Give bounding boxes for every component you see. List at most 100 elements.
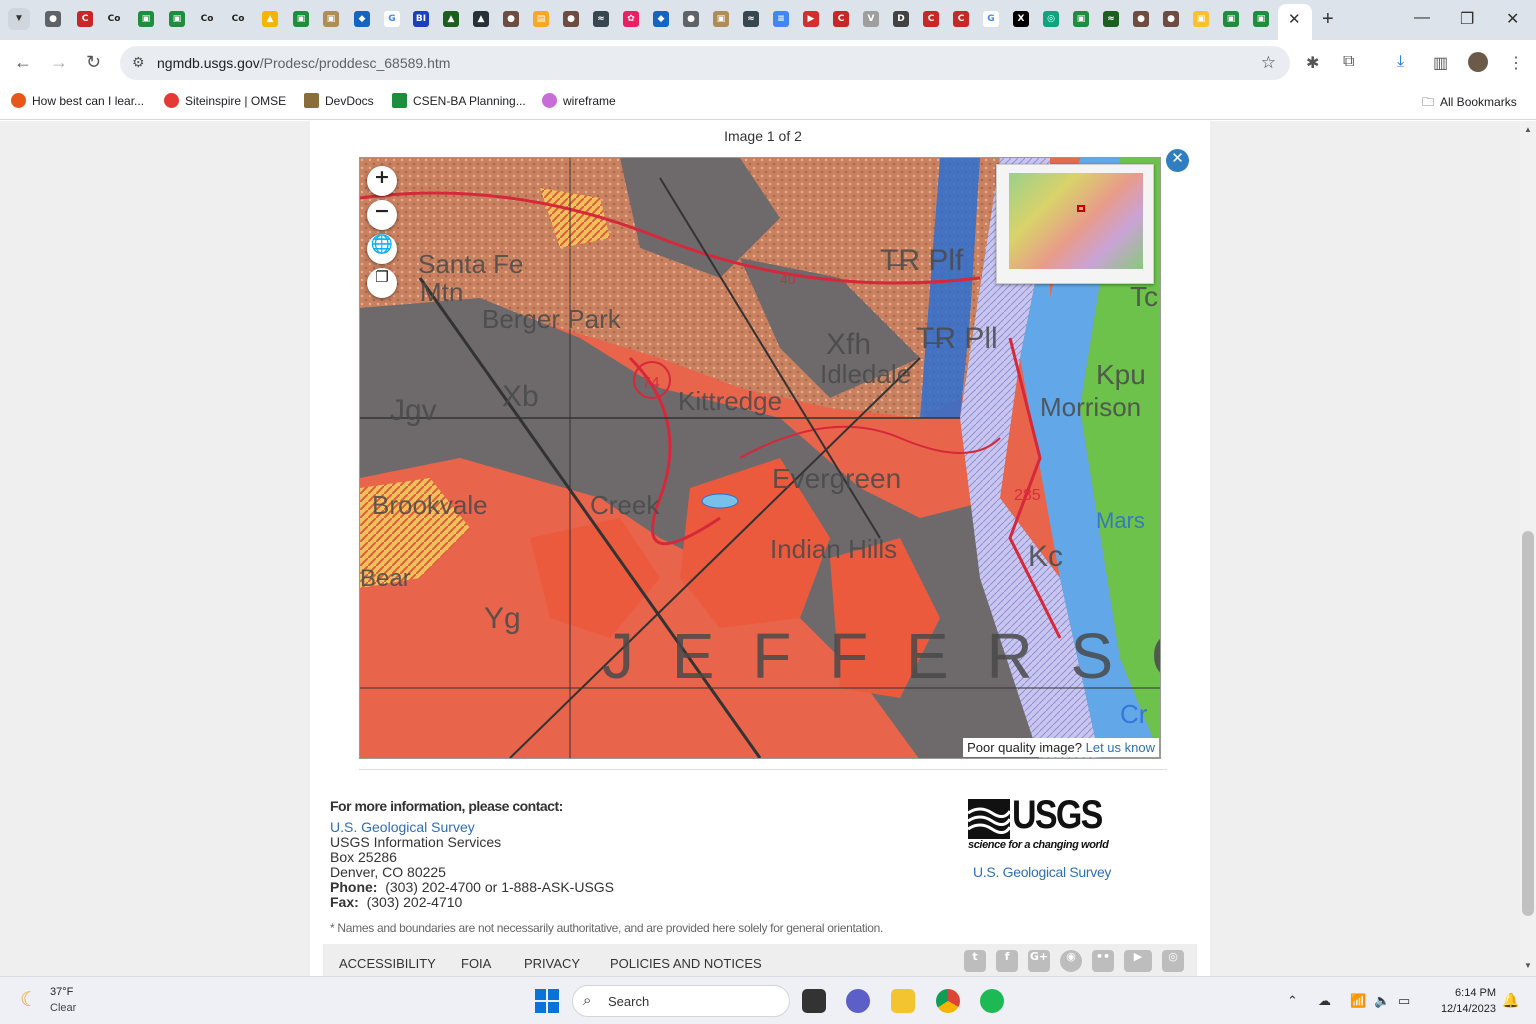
tab-favicon[interactable]: ▣ xyxy=(1193,11,1209,27)
twitter-icon[interactable]: t xyxy=(964,950,986,972)
file-explorer-icon[interactable] xyxy=(891,989,915,1013)
cloud-icon[interactable]: ☁ xyxy=(1318,993,1331,1009)
tab-search-button[interactable]: ▼ xyxy=(8,8,30,30)
url-text[interactable]: ngmdb.usgs.gov/Prodesc/proddesc_68589.ht… xyxy=(157,55,450,71)
fullscreen-icon[interactable]: ❐ xyxy=(367,268,397,298)
weather-desc[interactable]: Clear xyxy=(50,1002,76,1014)
taskbar-search[interactable]: ⌕ Search xyxy=(572,985,790,1017)
restore-icon[interactable]: ❐ xyxy=(1460,9,1474,29)
footer-link-foia[interactable]: FOIA xyxy=(461,956,491,971)
extension-bug-icon[interactable]: ✱ xyxy=(1306,53,1319,73)
tab-favicon[interactable]: ● xyxy=(683,11,699,27)
bookmark-item[interactable]: Siteinspire | OMSE xyxy=(164,93,286,108)
close-tab-icon[interactable]: ✕ xyxy=(1288,10,1301,28)
tab-favicon[interactable]: ● xyxy=(503,11,519,27)
youtube-icon[interactable]: ▶ xyxy=(1124,950,1152,972)
tab-favicon[interactable]: ▣ xyxy=(713,11,729,27)
tab-favicon[interactable]: ◆ xyxy=(354,11,370,27)
let-us-know-link[interactable]: Let us know xyxy=(1086,740,1155,755)
footer-link-policies[interactable]: POLICIES AND NOTICES xyxy=(610,956,762,971)
tab-favicon[interactable]: C xyxy=(953,11,969,27)
tab-favicon[interactable]: G xyxy=(384,11,400,27)
geologic-map[interactable]: Santa Fe Mtn Berger Park Xb Jgv Kittredg… xyxy=(359,157,1161,759)
tab-favicon[interactable]: ≈ xyxy=(1103,11,1119,27)
usgs-contact-link[interactable]: U.S. Geological Survey xyxy=(330,819,475,835)
instagram-icon[interactable]: ◎ xyxy=(1162,950,1184,972)
tab-favicon[interactable]: ▣ xyxy=(169,11,185,27)
download-icon[interactable]: ⤓ xyxy=(1397,53,1404,71)
facebook-icon[interactable]: f xyxy=(996,950,1018,972)
tab-favicon[interactable]: ▣ xyxy=(138,11,154,27)
tab-favicon[interactable]: X xyxy=(1013,11,1029,27)
tab-favicon[interactable]: ▤ xyxy=(533,11,549,27)
scroll-thumb[interactable] xyxy=(1522,531,1534,916)
address-bar[interactable]: ⚙ ngmdb.usgs.gov/Prodesc/proddesc_68589.… xyxy=(120,46,1290,80)
tab-favicon[interactable]: ▣ xyxy=(293,11,309,27)
tab-favicon[interactable]: ≈ xyxy=(743,11,759,27)
flickr-icon[interactable]: •• xyxy=(1092,950,1114,972)
zoom-in-button[interactable]: + xyxy=(367,166,397,196)
chrome-icon[interactable] xyxy=(936,989,960,1013)
tab-favicon[interactable]: D xyxy=(893,11,909,27)
page-scrollbar[interactable]: ▲ ▼ xyxy=(1520,121,1536,976)
tab-favicon[interactable]: ● xyxy=(1163,11,1179,27)
footer-link-privacy[interactable]: PRIVACY xyxy=(524,956,580,971)
bookmark-item[interactable]: How best can I lear... xyxy=(11,93,144,108)
minimize-icon[interactable]: — xyxy=(1414,9,1430,27)
teams-icon[interactable] xyxy=(846,989,870,1013)
tab-favicon[interactable]: Co xyxy=(230,11,246,27)
clock[interactable]: 6:14 PM 12/14/2023 xyxy=(1426,985,1496,1017)
tab-favicon[interactable]: ▣ xyxy=(323,11,339,27)
close-window-icon[interactable]: ✕ xyxy=(1506,9,1519,29)
new-tab-button[interactable]: + xyxy=(1322,8,1334,31)
tab-favicon[interactable]: C xyxy=(923,11,939,27)
tab-favicon[interactable]: G xyxy=(983,11,999,27)
tab-favicon[interactable]: ▣ xyxy=(1223,11,1239,27)
all-bookmarks[interactable]: 🗀 All Bookmarks xyxy=(1422,93,1517,114)
footer-link-accessibility[interactable]: ACCESSIBILITY xyxy=(339,956,436,971)
wifi-icon[interactable]: 📶 xyxy=(1350,993,1366,1009)
tab-favicon[interactable]: V xyxy=(863,11,879,27)
profile-avatar[interactable] xyxy=(1468,52,1488,72)
tab-favicon[interactable]: ◆ xyxy=(653,11,669,27)
scroll-down-icon[interactable]: ▼ xyxy=(1524,961,1532,970)
usgs-home-link[interactable]: U.S. Geological Survey xyxy=(973,864,1111,880)
tray-overflow-icon[interactable]: ⌃ xyxy=(1287,993,1298,1009)
tab-favicon[interactable]: ● xyxy=(563,11,579,27)
tab-favicon[interactable]: Co xyxy=(199,11,215,27)
usgs-logo[interactable]: USGS science for a changing world xyxy=(968,793,1118,857)
tab-favicon[interactable]: ▲ xyxy=(473,11,489,27)
task-view-icon[interactable] xyxy=(802,989,826,1013)
zoom-out-button[interactable]: − xyxy=(367,200,397,230)
tab-favicon[interactable]: ▶ xyxy=(803,11,819,27)
bookmark-star-icon[interactable]: ☆ xyxy=(1261,53,1276,73)
tab-favicon[interactable]: ≡ xyxy=(773,11,789,27)
menu-kebab-icon[interactable]: ⋮ xyxy=(1508,53,1524,73)
bookmark-item[interactable]: DevDocs xyxy=(304,93,374,108)
forward-icon[interactable]: → xyxy=(50,52,68,73)
side-panel-icon[interactable]: ▥ xyxy=(1433,53,1448,73)
site-info-icon[interactable]: ⚙ xyxy=(132,54,145,71)
tab-favicon[interactable]: ▲ xyxy=(262,11,278,27)
bookmark-item[interactable]: CSEN-BA Planning... xyxy=(392,93,526,108)
tab-favicon[interactable]: C xyxy=(833,11,849,27)
github-icon[interactable]: ◉ xyxy=(1060,950,1082,972)
overview-map[interactable] xyxy=(996,164,1154,284)
notification-bell-icon[interactable]: 🔔 xyxy=(1502,992,1519,1009)
extensions-icon[interactable]: ⧉ xyxy=(1343,53,1354,71)
tab-favicon[interactable]: ● xyxy=(45,11,61,27)
weather-temp[interactable]: 37°F xyxy=(50,986,73,998)
tab-favicon[interactable]: ≈ xyxy=(593,11,609,27)
globe-icon[interactable]: 🌐 xyxy=(367,234,397,264)
back-icon[interactable]: ← xyxy=(14,52,32,73)
reload-icon[interactable]: ↻ xyxy=(86,52,101,73)
spotify-icon[interactable] xyxy=(980,989,1004,1013)
start-button[interactable] xyxy=(535,989,559,1013)
scroll-up-icon[interactable]: ▲ xyxy=(1524,125,1532,134)
tab-favicon[interactable]: ▣ xyxy=(1253,11,1269,27)
google-plus-icon[interactable]: G+ xyxy=(1028,950,1050,972)
tab-favicon[interactable]: ◎ xyxy=(1043,11,1059,27)
tab-favicon[interactable]: C xyxy=(77,11,93,27)
volume-icon[interactable]: 🔈 xyxy=(1374,993,1390,1009)
tab-favicon[interactable]: ▲ xyxy=(443,11,459,27)
